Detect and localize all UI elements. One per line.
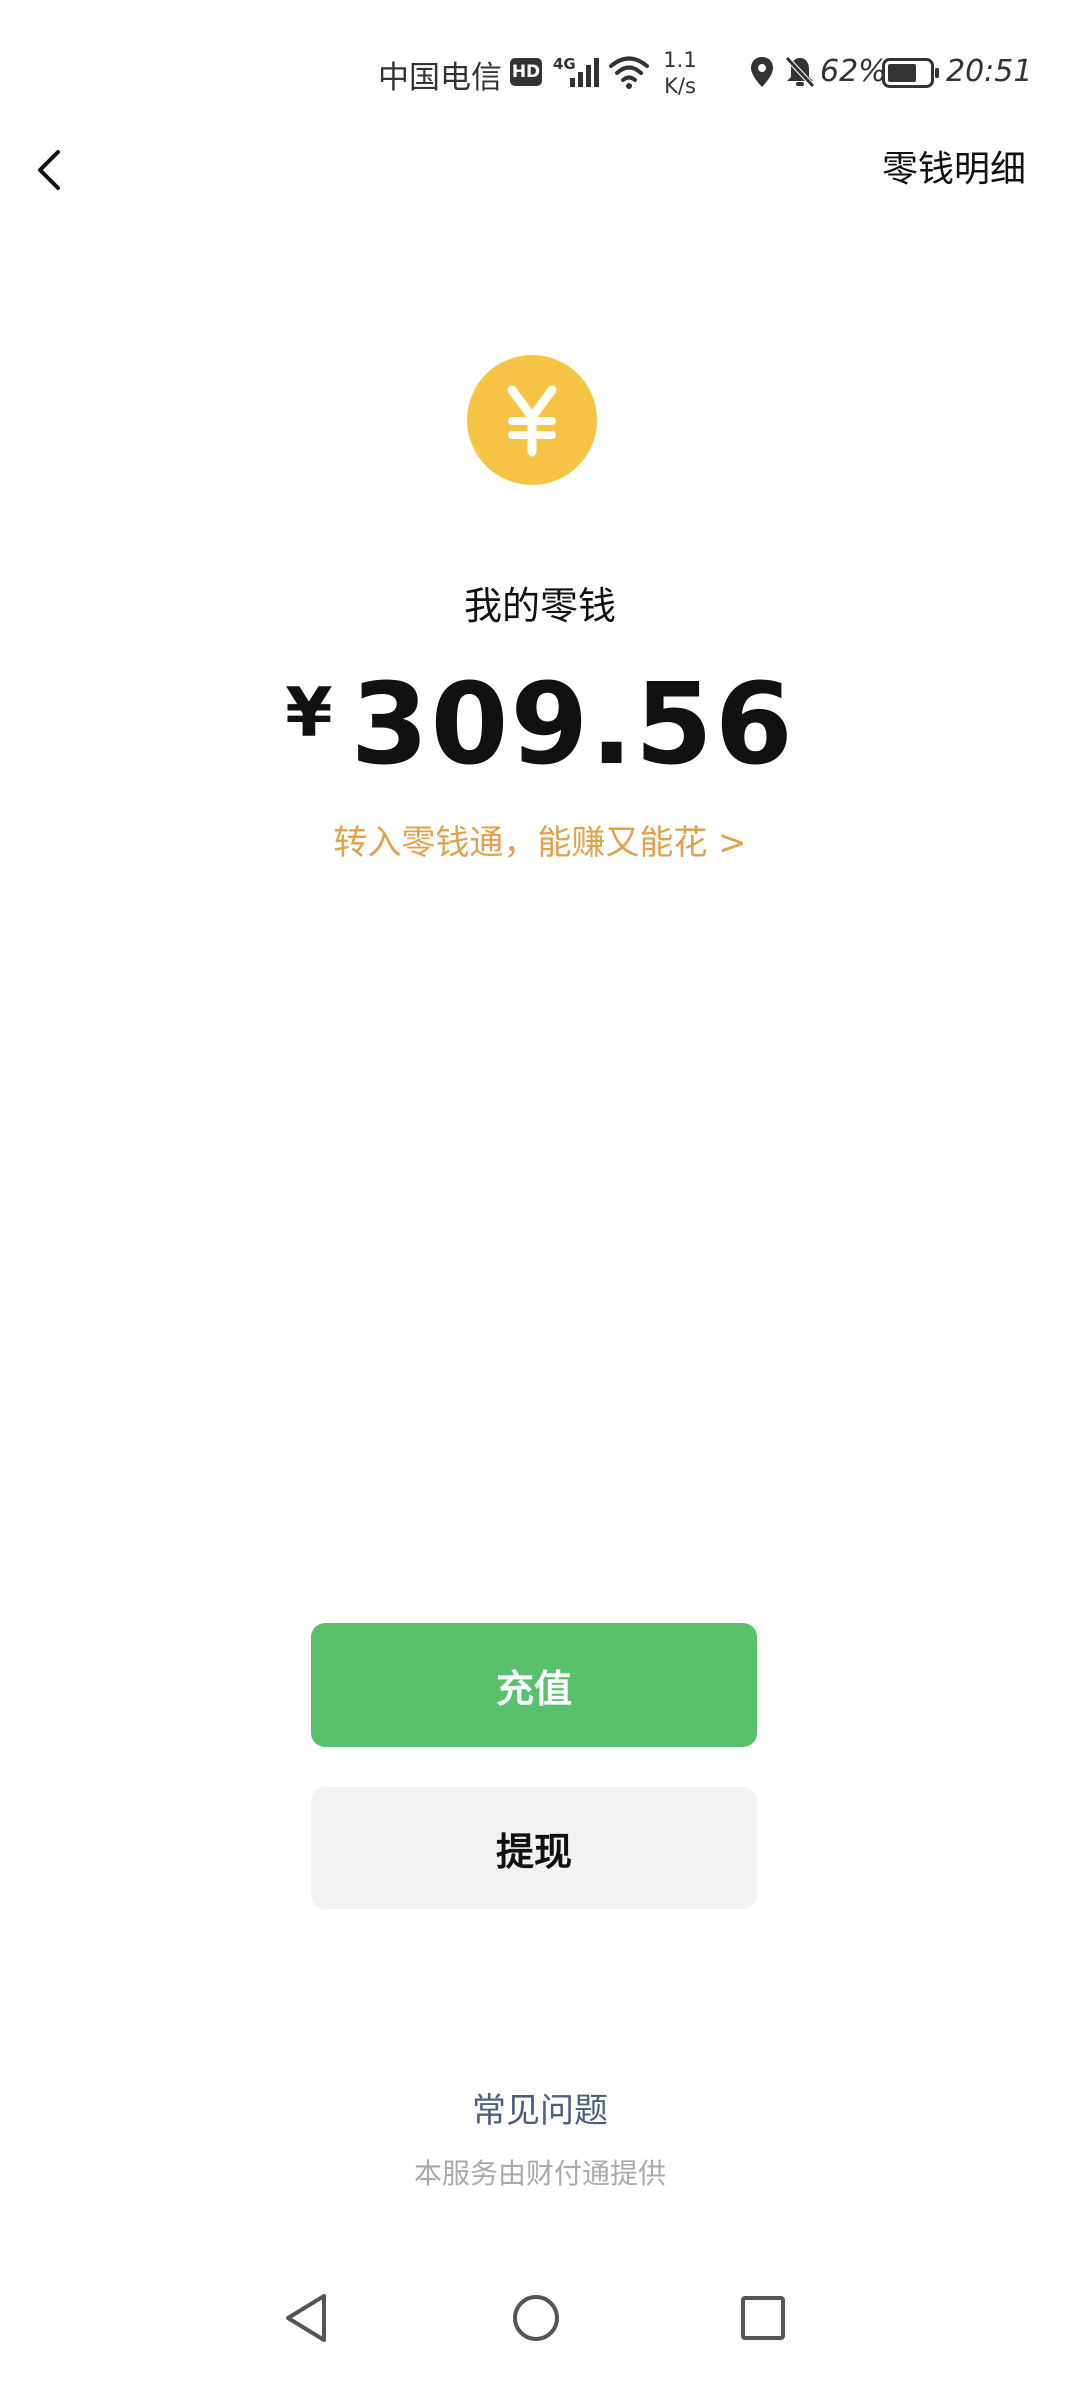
nav-home-icon[interactable] [508,2290,564,2346]
faq-link[interactable]: 常见问题 [0,2083,1080,2132]
yuan-symbol-icon [507,385,557,457]
transfer-promo-link[interactable]: 转入零钱通，能赚又能花 > [0,815,1080,864]
net-speed-value: 1.1 [663,48,697,72]
bell-off-icon [785,56,815,88]
battery-percent: 62% [820,54,887,89]
battery-icon [882,58,939,88]
nav-back-icon[interactable] [280,2290,336,2346]
system-nav-bar [0,2270,1080,2387]
signal-icon [570,58,599,87]
location-icon [751,57,773,87]
carrier-name: 中国电信 [378,60,502,96]
status-bar: 中国电信 HD 4G 1.1 K/s 62% 20:51 [0,0,1080,150]
wifi-icon [609,56,649,89]
hd-badge: HD [510,58,542,86]
net-speed-unit: K/s [664,74,696,98]
withdraw-button[interactable]: 提现 [311,1787,757,1909]
nav-recents-icon[interactable] [735,2290,791,2346]
balance-amount: 309.56 [350,660,795,790]
back-button[interactable] [22,140,82,200]
recharge-button[interactable]: 充值 [311,1623,757,1747]
wallet-details-link[interactable]: 零钱明细 [882,140,1026,200]
provider-note: 本服务由财付通提供 [413,2157,666,2190]
wallet-balance: ¥309.56 [0,660,1080,790]
wallet-label: 我的零钱 [463,584,616,628]
nav-header: 零钱明细 [0,130,1080,210]
yuan-coin-icon [467,355,597,485]
chevron-left-icon [38,150,60,190]
net-speed: 1.1 K/s [655,47,705,99]
currency-symbol: ¥ [285,674,333,753]
status-time: 20:51 [946,54,1033,89]
